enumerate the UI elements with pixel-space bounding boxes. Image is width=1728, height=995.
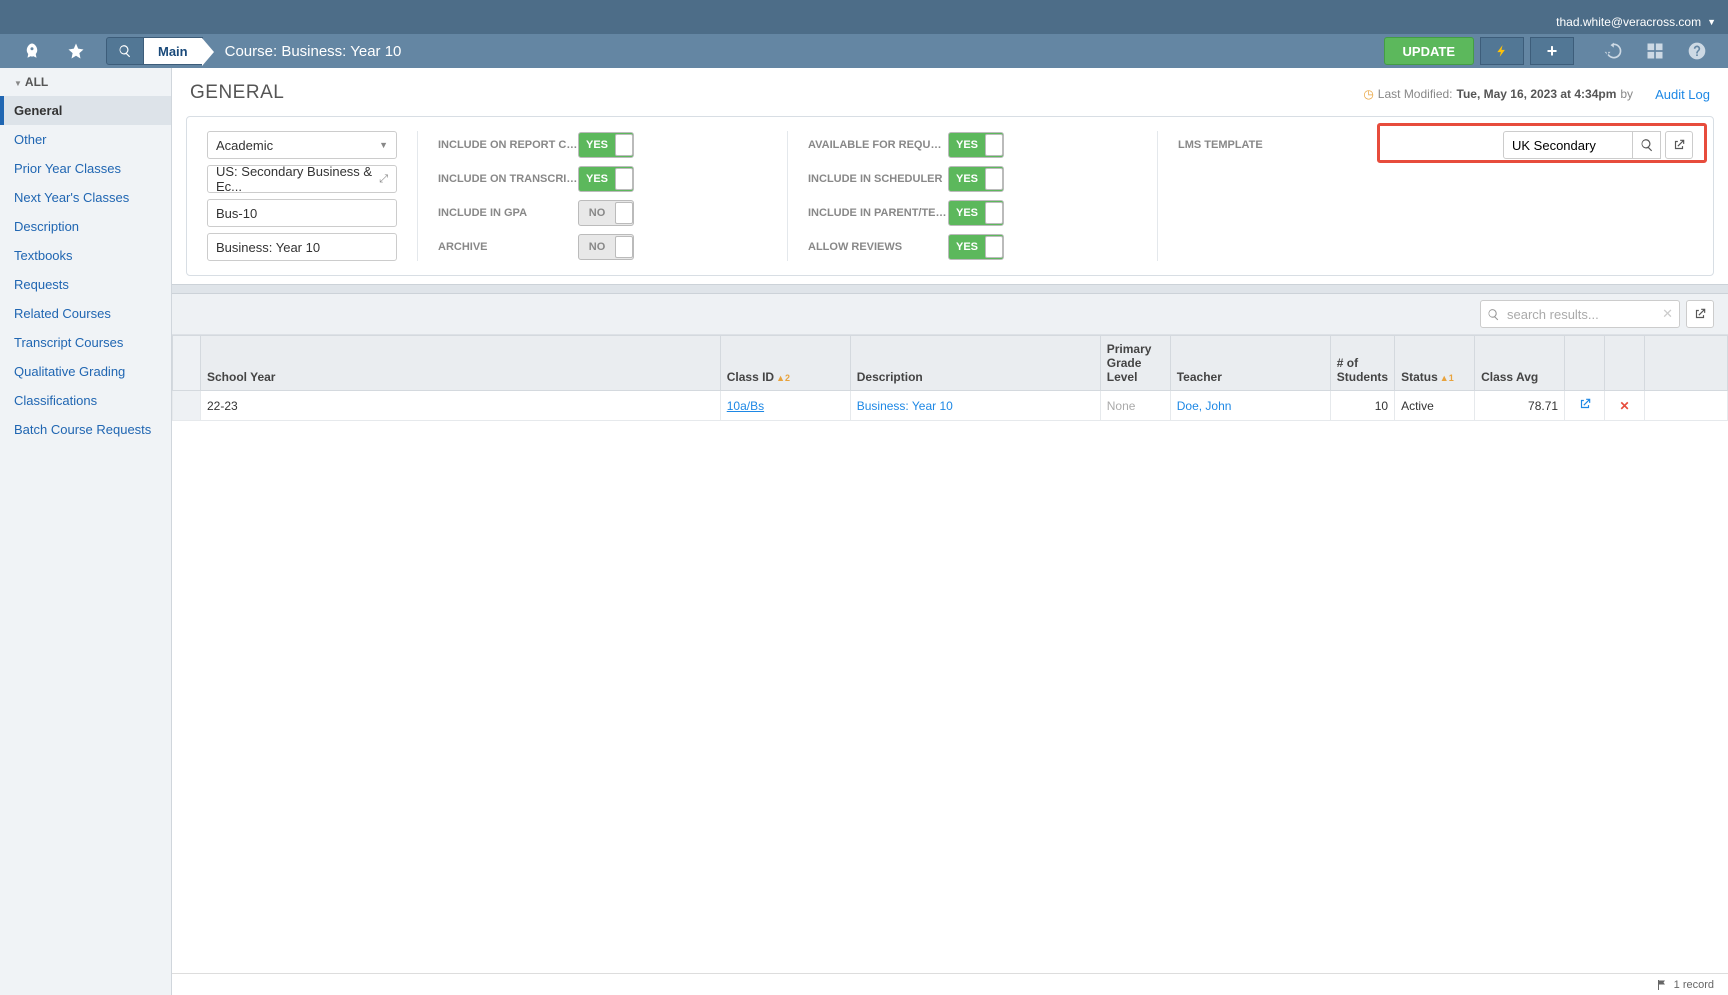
toggle-available-for-request[interactable]: YES <box>948 132 1004 158</box>
main-tab[interactable]: Main <box>144 37 203 65</box>
col-spacer <box>1645 336 1728 391</box>
sidebar-item-batch-course-requests[interactable]: Batch Course Requests <box>0 415 171 444</box>
sidebar-item-transcript-courses[interactable]: Transcript Courses <box>0 328 171 357</box>
cell-avg: 78.71 <box>1475 391 1565 421</box>
breadcrumb: Course: Business: Year 10 <box>225 43 402 60</box>
toggle-label: AVAILABLE FOR REQUEST <box>808 139 948 151</box>
course-type-select[interactable]: Academic▼ <box>207 131 397 159</box>
toggle-archive[interactable]: NO <box>578 234 634 260</box>
col-status[interactable]: Status▲1 <box>1395 336 1475 391</box>
top-strip <box>0 0 1728 10</box>
toggle-label: INCLUDE IN PARENT/TEA... <box>808 207 948 219</box>
help-icon[interactable] <box>1676 34 1718 68</box>
status-footer: 1 record <box>172 973 1728 995</box>
toggle-label: INCLUDE ON TRANSCRIPT <box>438 173 578 185</box>
last-modified-value: Tue, May 16, 2023 at 4:34pm <box>1457 87 1617 101</box>
last-modified-label: Last Modified: <box>1378 87 1453 101</box>
toggle-label: ALLOW REVIEWS <box>808 241 948 253</box>
toggle-label: INCLUDE ON REPORT CARD <box>438 139 578 151</box>
class-id-link[interactable]: 10a/Bs <box>727 399 764 413</box>
cell-grade: None <box>1107 399 1136 413</box>
delete-row-button[interactable]: ✕ <box>1620 399 1630 413</box>
lms-template-label: LMS TEMPLATE <box>1178 139 1263 151</box>
toggle-include-in-parent-tea-[interactable]: YES <box>948 200 1004 226</box>
user-email[interactable]: thad.white@veracross.com <box>1556 15 1701 29</box>
flag-icon <box>1656 979 1668 991</box>
toggle-allow-reviews[interactable]: YES <box>948 234 1004 260</box>
user-menu-caret[interactable]: ▼ <box>1707 17 1716 27</box>
navbar: Main Course: Business: Year 10 UPDATE + <box>0 34 1728 68</box>
description-link[interactable]: Business: Year 10 <box>857 399 953 413</box>
add-button[interactable]: + <box>1530 37 1574 65</box>
table-row[interactable]: 22-23 10a/Bs Business: Year 10 None Doe,… <box>173 391 1728 421</box>
clock-icon: ◷ <box>1363 87 1373 101</box>
toggle-label: ARCHIVE <box>438 241 578 253</box>
row-handle-header <box>173 336 201 391</box>
lightning-button[interactable] <box>1480 37 1524 65</box>
sidebar-item-next-year-s-classes[interactable]: Next Year's Classes <box>0 183 171 212</box>
lms-template-input[interactable] <box>1503 131 1633 159</box>
sidebar-item-other[interactable]: Other <box>0 125 171 154</box>
col-delete <box>1605 336 1645 391</box>
toggle-label: INCLUDE IN SCHEDULER <box>808 173 948 185</box>
col-class-avg[interactable]: Class Avg <box>1475 336 1565 391</box>
section-divider <box>172 284 1728 294</box>
form-section: Academic▼ US: Secondary Business & Ec...… <box>186 116 1714 276</box>
results-table: School Year Class ID▲2 Description Prima… <box>172 335 1728 421</box>
toggle-include-in-gpa[interactable]: NO <box>578 200 634 226</box>
clear-search-icon[interactable]: ✕ <box>1662 306 1673 322</box>
col-school-year[interactable]: School Year <box>201 336 721 391</box>
record-count: 1 record <box>1674 979 1714 991</box>
col-open <box>1565 336 1605 391</box>
col-students[interactable]: # of Students <box>1330 336 1394 391</box>
user-bar: thad.white@veracross.com ▼ <box>0 10 1728 34</box>
sidebar-item-textbooks[interactable]: Textbooks <box>0 241 171 270</box>
sidebar-item-general[interactable]: General <box>0 96 171 125</box>
nav-search-button[interactable] <box>106 37 144 65</box>
sidebar-item-prior-year-classes[interactable]: Prior Year Classes <box>0 154 171 183</box>
toggle-label: INCLUDE IN GPA <box>438 207 578 219</box>
apps-icon[interactable] <box>1634 34 1676 68</box>
rocket-icon[interactable] <box>10 34 54 68</box>
teacher-link[interactable]: Doe, John <box>1177 399 1232 413</box>
sidebar-header-all[interactable]: ▼ALL <box>0 68 171 96</box>
course-name-input[interactable]: Business: Year 10 <box>207 233 397 261</box>
course-code-input[interactable]: Bus-10 <box>207 199 397 227</box>
sidebar: ▼ALL GeneralOtherPrior Year ClassesNext … <box>0 68 172 995</box>
update-button[interactable]: UPDATE <box>1384 37 1474 65</box>
history-icon[interactable] <box>1592 34 1634 68</box>
col-grade-level[interactable]: Primary Grade Level <box>1100 336 1170 391</box>
results-toolbar: search results... ✕ <box>172 294 1728 335</box>
star-icon[interactable] <box>54 34 98 68</box>
page-title: GENERAL <box>190 82 284 104</box>
audit-log-link[interactable]: Audit Log <box>1655 87 1710 102</box>
lms-open-button[interactable] <box>1665 131 1693 159</box>
col-teacher[interactable]: Teacher <box>1170 336 1330 391</box>
sidebar-item-classifications[interactable]: Classifications <box>0 386 171 415</box>
col-description[interactable]: Description <box>850 336 1100 391</box>
open-row-button[interactable] <box>1578 400 1592 414</box>
lms-search-button[interactable] <box>1633 131 1661 159</box>
toggle-include-on-transcript[interactable]: YES <box>578 166 634 192</box>
sidebar-item-qualitative-grading[interactable]: Qualitative Grading <box>0 357 171 386</box>
sidebar-item-requests[interactable]: Requests <box>0 270 171 299</box>
sidebar-item-related-courses[interactable]: Related Courses <box>0 299 171 328</box>
sidebar-item-description[interactable]: Description <box>0 212 171 241</box>
cell-status: Active <box>1395 391 1475 421</box>
search-results-input[interactable]: search results... ✕ <box>1480 300 1680 328</box>
col-class-id[interactable]: Class ID▲2 <box>720 336 850 391</box>
cell-school-year: 22-23 <box>201 391 721 421</box>
toggle-include-in-scheduler[interactable]: YES <box>948 166 1004 192</box>
open-results-button[interactable] <box>1686 300 1714 328</box>
department-select[interactable]: US: Secondary Business & Ec...⤢ <box>207 165 397 193</box>
cell-students: 10 <box>1330 391 1394 421</box>
by-label: by <box>1620 87 1633 101</box>
toggle-include-on-report-card[interactable]: YES <box>578 132 634 158</box>
